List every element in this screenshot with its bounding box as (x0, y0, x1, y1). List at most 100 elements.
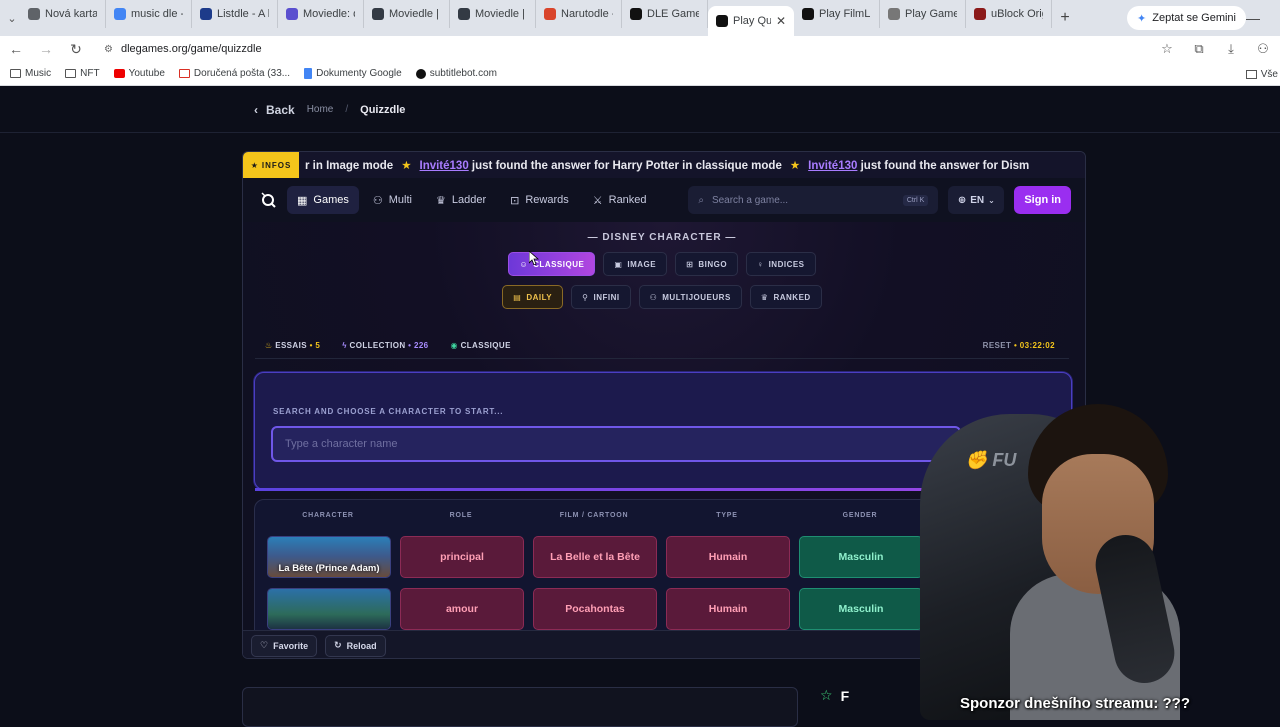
dot: • (1013, 341, 1018, 350)
browser-tab[interactable]: music dle - Hle (106, 0, 192, 28)
nav-games[interactable]: ▦ Games (287, 186, 359, 214)
bookmarks-bar: Music NFT Youtube Doručená pošta (33... Doku… (0, 62, 1280, 86)
swords-icon: ⚔ (592, 194, 603, 207)
tab-favicon-icon (372, 8, 384, 20)
bookmark-item[interactable]: Youtube (113, 68, 165, 79)
guess-cell-text: Humain (708, 603, 748, 615)
tab-label: Play Quizz (733, 15, 771, 27)
tab-favicon-icon (286, 8, 298, 20)
top-nav: ‹ Back Home / Quizzdle (0, 87, 1280, 133)
browser-tab[interactable]: Listdle - A list (192, 0, 278, 28)
bookmark-item[interactable]: NFT (65, 68, 100, 79)
download-icon[interactable]: ⤓ (1222, 41, 1240, 57)
guess-cell-type: Humain (666, 536, 790, 578)
bookmark-item[interactable]: Dokumenty Google (304, 68, 402, 79)
submode-tab-multijoueurs[interactable]: ⚇ MULTIJOUEURS (638, 285, 742, 309)
browser-tab[interactable]: Narutodle - K (536, 0, 622, 28)
back-label: Back (266, 102, 295, 117)
browser-tab[interactable]: Moviedle | The (450, 0, 536, 28)
tab-favicon-icon (544, 8, 556, 20)
site-info-icon[interactable]: ⚙ (104, 44, 113, 55)
language-select[interactable]: ⊕ EN ⌄ (948, 186, 1005, 214)
nav-ranked-label: Ranked (608, 194, 647, 206)
section-heading-text: F (840, 687, 850, 704)
game-search[interactable]: ⌕ Search a game... Ctrl K (688, 186, 939, 214)
bookmark-favicon-icon (113, 69, 125, 78)
gemini-button[interactable]: ✦ Zeptat se Gemini (1127, 6, 1246, 30)
essais-label: ESSAIS (275, 341, 307, 350)
forward-arrow-icon[interactable]: → (38, 41, 54, 57)
submode-icon: ♛ (760, 292, 769, 302)
bookmark-item[interactable]: Music (10, 68, 51, 79)
browser-tab[interactable]: Play Gamedle (880, 0, 966, 28)
tab-favicon-icon (974, 8, 986, 20)
shortcut-hint: Ctrl K (902, 194, 929, 206)
profile-icon[interactable]: ⚇ (1254, 41, 1272, 57)
collection-value: 226 (413, 341, 429, 350)
bookmark-star-icon[interactable]: ☆ (1158, 41, 1176, 57)
extensions-icon[interactable]: ⧉ (1190, 41, 1208, 57)
tab-label: music dle - Hle (131, 8, 183, 20)
submode-tab-infini[interactable]: ⚲ INFINI (571, 285, 631, 309)
favorite-button[interactable]: ♡ Favorite (251, 634, 318, 657)
back-button[interactable]: ‹ Back (254, 103, 295, 117)
browser-tab[interactable]: Play FilmLink (794, 0, 880, 28)
submode-tab-ranked[interactable]: ♛ RANKED (749, 285, 822, 309)
nav-ranked[interactable]: ⚔ Ranked (583, 186, 657, 214)
submode-tab-label: INFINI (593, 292, 620, 302)
close-tab-icon[interactable]: ✕ (776, 14, 786, 28)
column-header: FILM / CARTOON (559, 512, 629, 519)
language-label: EN (970, 194, 985, 206)
bookmark-item[interactable]: Doručená pošta (33... (178, 68, 290, 79)
back-arrow-icon[interactable]: ← (8, 41, 24, 57)
reload-button[interactable]: ↻ Reload (325, 634, 386, 657)
collection-label: COLLECTION (349, 341, 406, 350)
breadcrumb-separator: / (345, 104, 349, 115)
search-icon: ⌕ (698, 194, 704, 206)
browser-tab[interactable]: Moviedle: dail (278, 0, 364, 28)
mode-tab-label: IMAGE (627, 259, 657, 269)
browser-tab[interactable]: Moviedle | The (364, 0, 450, 28)
bookmark-item[interactable]: subtitlebot.com (415, 68, 497, 79)
mode-tab-classique[interactable]: ☺ CLASSIQUE (508, 252, 596, 276)
mode-tab-indices[interactable]: ♀ INDICES (746, 252, 816, 276)
mode-tab-image[interactable]: ▣ IMAGE (603, 252, 668, 276)
bookmark-label: Dokumenty Google (316, 68, 402, 79)
mode-tab-bingo[interactable]: ⊞ BINGO (675, 252, 739, 276)
tab-favicon-icon (28, 8, 40, 20)
nav-rewards[interactable]: ⊡ Rewards (500, 186, 579, 214)
nav-multi[interactable]: ⚇ Multi (363, 186, 422, 214)
browser-tab[interactable]: uBlock Origin (966, 0, 1052, 28)
nav-games-label: Games (313, 194, 349, 206)
url-field[interactable]: ⚙ dlegames.org/game/quizzdle (98, 38, 1144, 60)
tab-label: Listdle - A list (217, 8, 269, 20)
submode-tab-daily[interactable]: ▤ DAILY (502, 285, 564, 309)
star-icon: ★ (401, 160, 412, 172)
ticker-user[interactable]: Invité130 (420, 160, 469, 172)
breadcrumb-current: Quizzdle (360, 103, 406, 116)
reload-label: Reload (346, 640, 377, 651)
guess-cell-text: amour (445, 603, 479, 615)
site-logo[interactable] (253, 186, 283, 214)
new-tab-button[interactable]: + (1052, 9, 1078, 27)
stats-bar: ♨ ESSAIS • 5 ϟ COLLECTION • 226 ◉ CLASSI… (255, 333, 1069, 359)
browser-tab[interactable]: Play Quizz ✕ (708, 6, 794, 36)
sign-in-button[interactable]: Sign in (1014, 186, 1071, 214)
tab-list-icon[interactable]: ⌄ (4, 12, 20, 25)
all-bookmarks[interactable]: Vše (1245, 62, 1280, 86)
tab-label: Moviedle | The (475, 8, 527, 20)
submode-icon: ⚲ (582, 292, 589, 302)
minimize-icon[interactable]: — (1246, 10, 1260, 26)
mode-icon: ▣ (614, 259, 623, 269)
grid-icon: ▦ (297, 194, 308, 207)
nav-ladder[interactable]: ♛ Ladder (426, 186, 496, 214)
breadcrumb-home[interactable]: Home (307, 104, 334, 115)
browser-tab[interactable]: Nová karta (20, 0, 106, 28)
nav-rewards-label: Rewards (525, 194, 569, 206)
folder-icon (10, 69, 21, 78)
ticker-user[interactable]: Invité130 (808, 160, 857, 172)
browser-tab[interactable]: DLE Games | D (622, 0, 708, 28)
reload-icon[interactable]: ↻ (68, 41, 84, 58)
gemini-label: Zeptat se Gemini (1152, 12, 1236, 24)
eye-icon: ◉ (450, 341, 458, 350)
